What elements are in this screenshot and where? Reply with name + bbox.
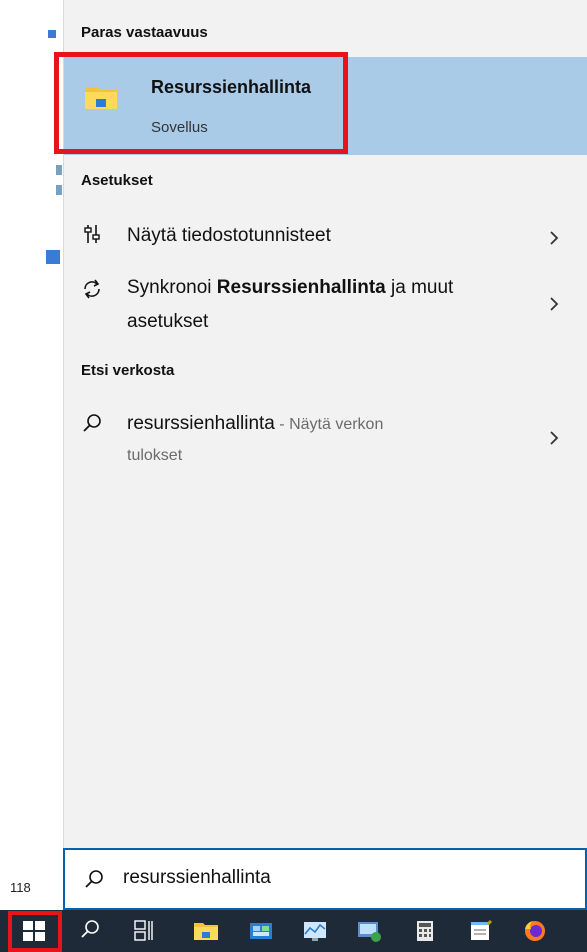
web-search-suffix: - Näytä verkon — [274, 416, 384, 433]
chevron-right-icon — [550, 431, 559, 445]
control-panel-icon[interactable] — [238, 910, 284, 952]
web-search-label-line2: tulokset — [127, 447, 183, 464]
label-prefix: Synkronoi — [127, 277, 217, 298]
desktop-icon-fragment — [56, 165, 62, 175]
performance-monitor-icon[interactable] — [292, 910, 338, 952]
settings-item-label-line2: asetukset — [127, 311, 209, 332]
calculator-icon[interactable] — [402, 910, 448, 952]
web-search-header: Etsi verkosta — [81, 362, 175, 379]
settings-header: Asetukset — [81, 172, 153, 189]
taskbar — [0, 910, 587, 952]
search-box[interactable]: resurssienhallinta — [63, 848, 587, 910]
label-bold: Resurssienhallinta — [216, 277, 386, 298]
settings-item-label: Näytä tiedostotunnisteet — [127, 225, 331, 246]
settings-slider-icon — [84, 225, 100, 243]
chevron-right-icon — [550, 297, 559, 311]
web-search-item[interactable]: resurssienhallinta - Näytä verkon tuloks… — [64, 406, 587, 472]
annotation-start-outline — [8, 911, 62, 952]
desktop-number: 118 — [10, 880, 31, 895]
settings-item-label: Synkronoi Resurssienhallinta ja muut — [127, 272, 453, 304]
file-explorer-icon[interactable] — [183, 910, 229, 952]
search-icon — [85, 870, 103, 888]
search-icon — [83, 414, 101, 432]
best-match-item[interactable]: Resurssienhallinta Sovellus — [54, 52, 587, 155]
search-icon[interactable] — [66, 910, 112, 952]
task-view-icon[interactable] — [120, 910, 166, 952]
desktop-icon-fragment — [48, 30, 56, 38]
chevron-right-icon — [550, 231, 559, 245]
web-search-query: resurssienhallinta — [127, 413, 275, 434]
label-suffix: ja muut — [385, 277, 454, 298]
web-search-label: resurssienhallinta - Näytä verkon — [127, 408, 383, 441]
best-match-header: Paras vastaavuus — [81, 24, 208, 41]
settings-item-file-extensions[interactable]: Näytä tiedostotunnisteet — [64, 218, 587, 258]
desktop-icon-fragment — [56, 185, 62, 195]
search-input[interactable]: resurssienhallinta — [123, 867, 271, 889]
search-results-panel: Paras vastaavuus Resurssienhallinta Sove… — [54, 0, 587, 910]
annotation-highlight-box — [54, 52, 348, 154]
settings-item-sync[interactable]: Synkronoi Resurssienhallinta ja muut ase… — [64, 272, 587, 336]
notepad-icon[interactable] — [457, 910, 503, 952]
sync-icon — [84, 279, 100, 299]
desktop-icon-fragment — [46, 250, 60, 264]
remote-desktop-icon[interactable] — [346, 910, 392, 952]
firefox-icon[interactable] — [512, 910, 558, 952]
